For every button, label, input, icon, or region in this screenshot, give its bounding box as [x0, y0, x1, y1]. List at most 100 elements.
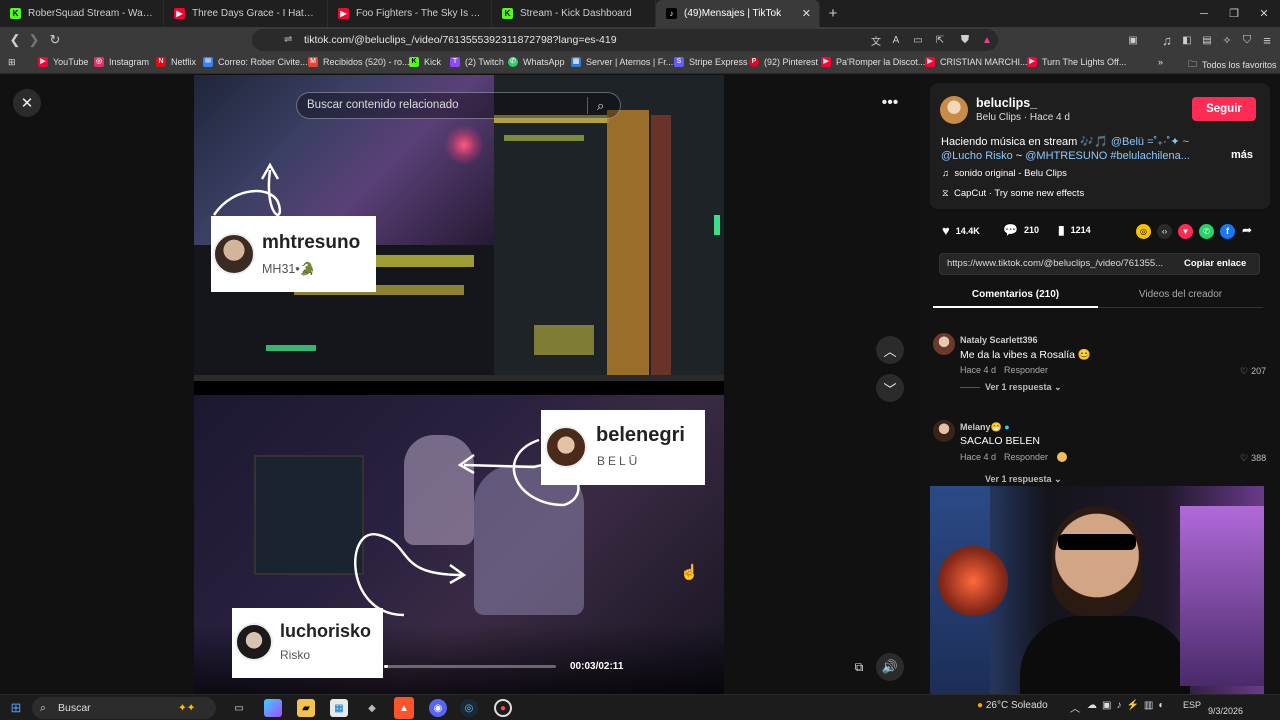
follow-button[interactable]: Seguir	[1192, 97, 1256, 121]
related-search-input[interactable]: Buscar contenido relacionado ⌕	[296, 92, 621, 119]
creator-tag-card[interactable]: luchorisko Risko	[232, 608, 383, 678]
tray-chevron-icon[interactable]: ︿	[1070, 700, 1080, 715]
discord-icon[interactable]: ◉	[429, 699, 447, 717]
more-button[interactable]: más	[1231, 149, 1253, 161]
bookmark-item[interactable]: S Stripe Express	[674, 57, 748, 67]
save-button[interactable]: ▮ 1214	[1058, 223, 1091, 237]
send-icon[interactable]: ▼	[1178, 224, 1193, 239]
obs-icon[interactable]: ●	[494, 699, 512, 717]
bookmark-item[interactable]: ✆ WhatsApp	[508, 57, 565, 67]
music-icon[interactable]: ♫	[1157, 30, 1177, 50]
caption-mention[interactable]: @Lucho Risko	[941, 150, 1013, 162]
search-icon[interactable]: ⌕	[597, 93, 604, 118]
view-replies-button[interactable]: Ver 1 respuesta ⌄	[985, 382, 1062, 393]
bookmark-item[interactable]: K Kick	[409, 57, 441, 67]
comment-button[interactable]: 💬 210	[1003, 223, 1039, 237]
avatar[interactable]	[933, 333, 955, 355]
comment-author[interactable]: Melany😁 ●	[960, 422, 1010, 433]
creator-username[interactable]: beluclips_	[976, 96, 1037, 110]
reader-icon[interactable]: ◧	[1177, 30, 1197, 50]
bookmark-item[interactable]: ▶ YouTube	[38, 57, 88, 67]
share-icon[interactable]: ➦	[1242, 223, 1252, 237]
view-replies-button[interactable]: Ver 1 respuesta ⌄	[985, 474, 1062, 485]
video-player[interactable]: mhtresuno MH31•🐊 belenegri BELŪ luchoris…	[194, 75, 724, 694]
sidebar-toggle-icon[interactable]: ▣	[1123, 30, 1143, 50]
windows-start-icon[interactable]: ⊞	[7, 699, 25, 717]
wallet-icon[interactable]: ▤	[1197, 30, 1217, 50]
next-video-button[interactable]: ﹀	[876, 374, 904, 402]
comment-like-button[interactable]: ♡ 207	[1240, 366, 1266, 377]
bookmark-item[interactable]: ▦ Server | Aternos | Fr...	[571, 57, 673, 67]
coin-icon[interactable]: ◎	[1136, 224, 1151, 239]
creator-tag-card[interactable]: belenegri BELŪ	[541, 410, 705, 485]
system-tray-icons[interactable]: ☁▣♪⚡▥◐	[1087, 700, 1169, 711]
forward-button[interactable]: ❯	[24, 30, 44, 50]
file-explorer-icon[interactable]: ▰	[297, 699, 315, 717]
effect-row[interactable]: ⧖ CapCut · Try some new effects	[942, 188, 1084, 199]
close-video-button[interactable]: ✕	[13, 89, 41, 117]
avatar[interactable]	[933, 420, 955, 442]
share-icon[interactable]: ⇱	[930, 30, 950, 50]
close-tab-icon[interactable]: ✕	[802, 7, 811, 20]
pip-icon[interactable]: ⧉	[845, 653, 873, 681]
shield-icon[interactable]: ⛊	[955, 30, 975, 50]
previous-video-button[interactable]: ︿	[876, 336, 904, 364]
browser-tab[interactable]: K RoberSquad Stream - Watch Live	[0, 0, 164, 27]
all-bookmarks[interactable]: 🗀 Todos los favoritos	[1188, 57, 1277, 73]
reply-button[interactable]: Responder	[1004, 452, 1048, 462]
taskbar-date[interactable]: 9/3/2026	[1208, 706, 1243, 716]
bookmark-item[interactable]: P (92) Pinterest	[749, 57, 818, 67]
apps-icon[interactable]: ⊞	[8, 57, 16, 68]
avatar[interactable]	[940, 96, 968, 124]
rewards-icon[interactable]: ▲	[977, 30, 997, 50]
more-options-icon[interactable]: •••	[876, 89, 904, 117]
more-bookmarks-icon[interactable]: »	[1158, 57, 1163, 67]
browser-tab-active[interactable]: ♪ (49)Mensajes | TikTok ✕	[656, 0, 820, 27]
bookmark-item[interactable]: ✉ Correo: Rober Civite...	[203, 57, 308, 67]
like-button[interactable]: ♥ 14.4K	[942, 223, 980, 238]
facebook-icon[interactable]: f	[1220, 224, 1235, 239]
screen-icon[interactable]: ▭	[908, 30, 928, 50]
close-window-button[interactable]: ✕	[1248, 0, 1280, 27]
store-icon[interactable]: ▦	[330, 699, 348, 717]
site-info-icon[interactable]: ⇌	[284, 29, 292, 51]
reload-button[interactable]: ↻	[45, 30, 65, 50]
bookmark-item[interactable]: ◎ Instagram	[94, 57, 149, 67]
browser-tab[interactable]: ▶ Foo Fighters - The Sky Is A Neighbor	[328, 0, 492, 27]
browser-tab[interactable]: ▶ Three Days Grace - I Hate Everything	[164, 0, 328, 27]
task-view-icon[interactable]: ▭	[230, 699, 248, 717]
whatsapp-icon[interactable]: ✆	[1199, 224, 1214, 239]
ai-icon[interactable]: ✧	[1217, 30, 1237, 50]
creator-tag-card[interactable]: mhtresuno MH31•🐊	[211, 216, 376, 292]
bookmark-item[interactable]: T (2) Twitch	[450, 57, 504, 67]
steam-icon[interactable]: ◎	[460, 699, 478, 717]
app-icon[interactable]: ◆	[363, 699, 381, 717]
back-button[interactable]: ❮	[5, 30, 25, 50]
copilot-icon[interactable]	[264, 699, 282, 717]
minimize-button[interactable]: ─	[1188, 0, 1220, 27]
comment-like-button[interactable]: ♡ 388	[1240, 453, 1266, 464]
tab-creator-videos[interactable]: Videos del creador	[1098, 285, 1263, 308]
volume-icon[interactable]: 🔊	[876, 653, 904, 681]
caption-mention[interactable]: @MHTRESUNO #belulachilena...	[1025, 150, 1190, 162]
bookmark-item[interactable]: ▶ Pa'Romper la Discot...	[821, 57, 925, 67]
bookmark-item[interactable]: M Recibidos (520) - ro...	[308, 57, 410, 67]
embed-icon[interactable]: ‹›	[1157, 224, 1172, 239]
bookmark-item[interactable]: ▶ Turn The Lights Off...	[1027, 57, 1126, 67]
tab-comments[interactable]: Comentarios (210)	[933, 285, 1098, 308]
menu-icon[interactable]: ≡	[1257, 30, 1277, 50]
read-aloud-icon[interactable]: A	[886, 30, 906, 50]
taskbar-search[interactable]: ⌕ Buscar ✦✦	[32, 697, 216, 719]
caption-mention[interactable]: @Belü =˚₊·˚✦ ~	[1111, 136, 1189, 148]
comment-author[interactable]: Nataly Scarlett396	[960, 335, 1038, 345]
sound-row[interactable]: ♫ sonido original - Belu Clips	[942, 168, 1067, 179]
maximize-button[interactable]: ❐	[1218, 0, 1250, 27]
brave-browser-icon[interactable]: ▲	[394, 697, 414, 719]
video-progress-track[interactable]	[384, 665, 556, 668]
weather-widget[interactable]: ● 26°C Soleado	[977, 700, 1048, 711]
translate-icon[interactable]: 文	[866, 30, 886, 50]
share-link[interactable]: https://www.tiktok.com/@beluclips_/video…	[947, 258, 1169, 269]
new-tab-button[interactable]: +	[820, 0, 846, 27]
bookmark-item[interactable]: ▶ CRISTIAN MARCHI...	[925, 57, 1028, 67]
reply-button[interactable]: Responder	[1004, 365, 1048, 375]
